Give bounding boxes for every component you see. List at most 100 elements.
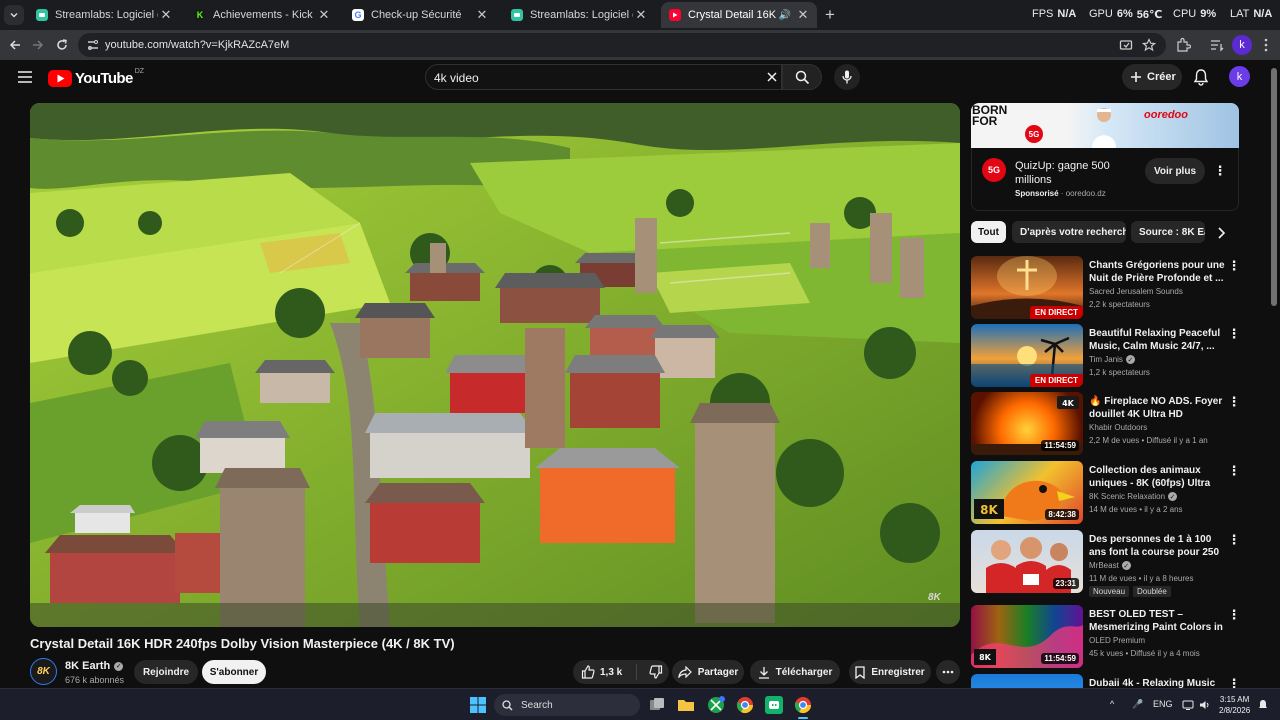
ad-title[interactable]: QuizUp: gagne 500 millions [1015,159,1135,187]
ad-cta-button[interactable]: Voir plus [1145,158,1205,184]
ad-advertiser-logo[interactable]: 5G [982,158,1006,182]
extensions-icon[interactable] [1175,37,1191,53]
taskbar-search[interactable]: Search [494,694,640,716]
ad-banner-5g-badge: 5G [1025,125,1043,143]
browser-tab[interactable]: Streamlabs: Logiciel de streaming ✕ [503,2,655,28]
clear-search-icon[interactable] [765,70,779,84]
recommendation-item[interactable]: 8K 8:42:38 Collection des animaux unique… [971,461,1241,525]
share-button[interactable]: Partager [672,660,744,684]
language-indicator[interactable]: ENG [1153,699,1173,709]
recommendation-more-icon[interactable]: ⋮ [1227,677,1240,689]
tray-mic-icon[interactable]: 🎤 [1132,699,1143,710]
streamlabs-app-icon[interactable] [765,696,783,714]
volume-icon[interactable] [1199,700,1211,710]
cast-icon[interactable] [1119,38,1133,52]
tray-overflow-icon[interactable]: ^ [1110,699,1114,709]
join-button[interactable]: Rejoindre [134,660,198,684]
search-input[interactable]: 4k video [425,64,782,90]
recommendation-thumbnail[interactable]: EN DIRECT [971,324,1083,387]
recommendation-thumbnail[interactable]: 8K 11:54:59 [971,605,1083,668]
recommendation-more-icon[interactable]: ⋮ [1227,395,1241,409]
recommendation-channel: MrBeast ✓ [1089,561,1131,570]
xbox-icon[interactable] [707,696,725,714]
file-explorer-icon[interactable] [677,696,695,714]
tab-search-dropdown-icon[interactable] [4,5,24,25]
browser-tab[interactable]: K Achievements - Kick Dashboard ✕ [186,2,338,28]
notifications-icon[interactable] [1257,699,1269,711]
recommendation-thumbnail[interactable]: 4K 11:54:59 [971,392,1083,455]
close-tab-icon[interactable]: ✕ [316,7,332,23]
search-button[interactable] [782,64,822,90]
browser-tab[interactable]: G Check-up Sécurité ✕ [344,2,496,28]
ad-more-icon[interactable]: ⋮ [1213,164,1227,178]
windows-start-icon[interactable] [469,696,487,714]
reload-icon[interactable] [53,36,71,54]
recommendation-item[interactable]: Dubaii 4k - Relaxing Music ⋮ [971,674,1239,688]
forward-icon[interactable] [29,36,47,54]
live-badge: EN DIRECT [1029,374,1083,387]
bookmark-star-icon[interactable] [1142,38,1156,52]
close-tab-icon[interactable]: ✕ [633,7,649,23]
voice-search-button[interactable] [834,64,860,90]
recommendation-item[interactable]: 4K 11:54:59 🔥 Fireplace NO ADS. Foyer do… [971,392,1241,456]
task-view-icon[interactable] [648,696,666,714]
recommendation-more-icon[interactable]: ⋮ [1227,259,1241,273]
fps-stat: FPS N/A [1032,8,1077,20]
subscribe-button[interactable]: S'abonner [202,660,266,684]
ad-banner-image[interactable]: BORN FOR 5G ooredoo [971,103,1239,148]
dislike-button[interactable] [649,665,663,679]
channel-avatar[interactable]: 8K [30,658,57,685]
recommendation-meta: 2,2 M de vues • Diffusé il y a 1 an [1089,436,1208,445]
video-player[interactable] [30,103,960,627]
recommendation-item[interactable]: 23:31 Des personnes de 1 à 100 ans font … [971,530,1241,597]
new-tab-icon[interactable]: + [820,5,840,25]
chips-next-chevron-icon[interactable] [1214,226,1228,240]
browser-menu-icon[interactable] [1258,37,1274,53]
more-actions-button[interactable] [936,660,960,684]
create-button[interactable]: Créer [1122,64,1182,90]
account-avatar[interactable]: k [1229,66,1250,87]
chrome-app-icon[interactable] [736,696,754,714]
recommendation-thumbnail[interactable]: 23:31 [971,530,1083,593]
save-button[interactable]: Enregistrer [849,660,931,684]
channel-name-row[interactable]: 8K Earth ✓ [65,660,124,672]
audio-playing-icon[interactable]: 🔊 [779,10,791,21]
download-button[interactable]: Télécharger [750,660,840,684]
recommendation-more-icon[interactable]: ⋮ [1227,464,1241,478]
chip-all[interactable]: Tout [971,221,1006,243]
page-scrollbar-thumb[interactable] [1271,68,1277,306]
back-icon[interactable] [6,36,24,54]
reading-list-icon[interactable] [1209,37,1225,53]
browser-tab-active[interactable]: Crystal Detail 16K HDR 240fps 🔊 ✕ [661,2,817,28]
microphone-icon [842,70,852,84]
sponsored-label: Sponsorisé [1015,189,1059,198]
network-icon[interactable] [1182,700,1194,710]
recommendation-item[interactable]: EN DIRECT Beautiful Relaxing Peaceful Mu… [971,324,1241,388]
like-button[interactable]: 1,3 k [581,665,622,679]
video-watermark: 8K [928,592,941,603]
guide-menu-icon[interactable] [16,68,34,86]
recommendation-more-icon[interactable]: ⋮ [1227,608,1241,622]
plus-icon [1131,72,1141,82]
recommendation-thumbnail[interactable]: 8K 8:42:38 [971,461,1083,524]
chip-source-channel[interactable]: Source : 8K Earth [1131,221,1205,243]
chip-related-search[interactable]: D'après votre recherche [1012,221,1126,243]
notifications-bell-icon[interactable] [1192,68,1210,86]
recommendation-more-icon[interactable]: ⋮ [1227,327,1241,341]
recommendation-more-icon[interactable]: ⋮ [1227,533,1241,547]
chrome-active-app-icon[interactable] [794,696,812,714]
address-bar[interactable]: youtube.com/watch?v=KjkRAZcA7eM [78,33,1166,57]
close-tab-icon[interactable]: ✕ [795,7,811,23]
site-info-icon[interactable] [86,38,100,52]
close-tab-icon[interactable]: ✕ [158,7,174,23]
youtube-logo[interactable]: YouTube DZ [48,68,144,88]
system-clock[interactable]: 3:15 AM 2/8/2026 [1219,694,1250,716]
svg-text:8K: 8K [979,653,992,662]
close-tab-icon[interactable]: ✕ [474,7,490,23]
browser-tab[interactable]: Streamlabs: Logiciel de streaming ✕ [28,2,180,28]
recommendation-item[interactable]: EN DIRECT Chants Grégoriens pour une Nui… [971,256,1241,320]
recommendation-thumbnail[interactable] [971,674,1083,688]
recommendation-thumbnail[interactable]: EN DIRECT [971,256,1083,319]
recommendation-item[interactable]: 8K 11:54:59 BEST OLED TEST – Mesmerizing… [971,605,1241,669]
browser-profile-avatar[interactable]: k [1232,35,1252,55]
